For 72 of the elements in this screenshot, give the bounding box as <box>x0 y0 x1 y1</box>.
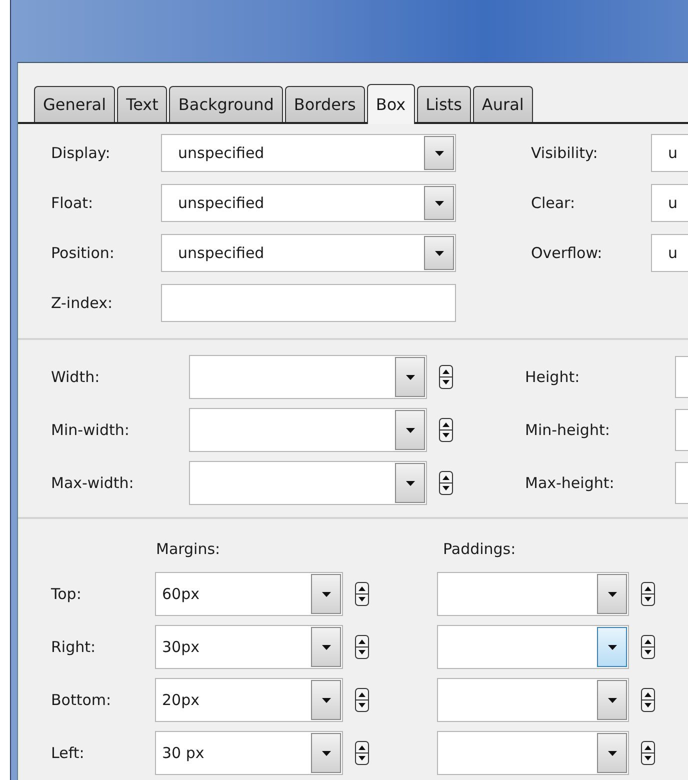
field-label: Right: <box>51 638 97 656</box>
field-label: Height: <box>525 368 581 386</box>
tab[interactable]: General <box>34 86 116 122</box>
dropdown-field[interactable]: u <box>651 134 688 172</box>
tab[interactable]: Background <box>169 86 283 122</box>
field-label: Left: <box>51 744 86 762</box>
dropdown-field[interactable] <box>437 572 629 616</box>
dropdown-field[interactable] <box>437 625 629 669</box>
caret-icon <box>406 480 414 486</box>
caret-icon <box>434 200 444 206</box>
dropdown-field[interactable]: 30px <box>155 625 343 669</box>
dropdown-field[interactable] <box>437 678 629 722</box>
column-heading: Margins: <box>156 540 222 558</box>
spin-button[interactable] <box>355 741 369 765</box>
tab[interactable]: Lists <box>416 86 471 122</box>
tab[interactable]: Box <box>366 84 415 124</box>
spin-button[interactable] <box>641 741 655 765</box>
field-label: Float: <box>51 194 94 212</box>
spin-button[interactable] <box>439 471 453 495</box>
field-label: Max-width: <box>51 474 135 492</box>
tab[interactable]: Borders <box>284 86 365 122</box>
caret-icon <box>608 592 616 596</box>
dropdown-field[interactable] <box>189 461 427 505</box>
input-field[interactable] <box>161 284 456 322</box>
dropdown-field[interactable] <box>437 731 629 775</box>
spin-button[interactable] <box>641 582 655 606</box>
tab[interactable]: Aural <box>472 86 533 122</box>
field-label: Position: <box>51 244 116 262</box>
caret-icon <box>406 374 414 380</box>
field-label: Top: <box>51 585 82 603</box>
field-label: Max-height: <box>525 474 616 492</box>
dropdown-field[interactable]: unspecified <box>161 234 456 272</box>
field-label: Visibility: <box>531 144 599 162</box>
dropdown-field[interactable]: 30 px <box>155 731 343 775</box>
dropdown-field[interactable] <box>189 355 427 399</box>
spin-button[interactable] <box>355 688 369 712</box>
caret-icon <box>608 698 616 702</box>
dropdown-field[interactable]: u <box>651 234 688 272</box>
caret-icon <box>322 644 330 650</box>
field-label: Min-width: <box>51 421 130 439</box>
tab[interactable]: Text <box>117 86 168 122</box>
dropdown-field[interactable] <box>189 408 427 452</box>
field-label: Bottom: <box>51 691 112 709</box>
caret-icon <box>608 644 616 650</box>
spin-button[interactable] <box>355 582 369 606</box>
field-label: Width: <box>51 368 101 386</box>
field-label: Clear: <box>531 194 576 212</box>
spin-button[interactable] <box>355 635 369 659</box>
field-label: Z-index: <box>51 294 114 312</box>
spin-button[interactable] <box>439 365 453 389</box>
caret-icon <box>322 750 330 756</box>
caret-icon <box>406 428 414 432</box>
spin-button[interactable] <box>641 635 655 659</box>
dropdown-field[interactable]: unspecified <box>161 134 456 172</box>
caret-icon <box>322 592 330 596</box>
caret-icon <box>434 250 444 256</box>
dropdown-button[interactable] <box>424 236 454 270</box>
caret-icon <box>322 698 330 702</box>
spin-button[interactable] <box>439 418 453 442</box>
field-label: Min-height: <box>525 421 611 439</box>
column-heading: Paddings: <box>443 540 516 558</box>
dropdown-button[interactable] <box>424 136 454 170</box>
field-label: Overflow: <box>531 244 604 262</box>
dropdown-field[interactable]: u <box>651 184 688 222</box>
spin-button[interactable] <box>641 688 655 712</box>
dropdown-field[interactable]: 60px <box>155 572 343 616</box>
dropdown-button[interactable] <box>424 186 454 220</box>
caret-icon <box>608 750 616 756</box>
dropdown-field[interactable]: 20px <box>155 678 343 722</box>
caret-icon <box>434 150 444 156</box>
dropdown-field[interactable]: unspecified <box>161 184 456 222</box>
field-label: Display: <box>51 144 112 162</box>
